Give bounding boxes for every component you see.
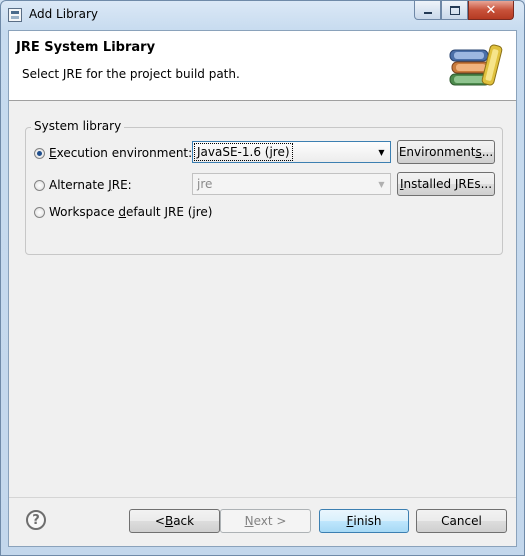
eclipse-dialog-icon (8, 8, 22, 22)
library-books-icon (449, 44, 503, 86)
window-title: Add Library (29, 7, 99, 21)
system-library-legend: System library (31, 119, 125, 133)
alternate-jre-combo[interactable]: jre ▼ (192, 173, 391, 195)
installed-jres-button[interactable]: Installed JREs... (397, 172, 495, 196)
add-library-dialog: Add Library ✕ JRE System Library Select … (0, 0, 525, 556)
dialog-client-area: JRE System Library Select JRE for the pr… (8, 30, 517, 547)
maximize-button[interactable] (441, 1, 468, 20)
workspace-default-jre-label[interactable]: Workspace default JRE (jre) (49, 205, 212, 219)
maximize-icon (449, 5, 460, 15)
execution-environment-value: JavaSE-1.6 (jre) (194, 143, 293, 161)
finish-button[interactable]: Finish (319, 509, 409, 533)
execution-environment-label[interactable]: Execution environment: (49, 146, 192, 160)
alternate-jre-value: jre (197, 177, 213, 191)
chevron-down-icon[interactable]: ▼ (373, 174, 390, 194)
cancel-button[interactable]: Cancel (416, 509, 507, 533)
next-button[interactable]: Next > (220, 509, 311, 533)
minimize-icon (423, 12, 432, 14)
minimize-button[interactable] (414, 1, 441, 20)
title-bar[interactable]: Add Library ✕ (1, 1, 524, 29)
alternate-jre-radio[interactable] (34, 180, 45, 191)
chevron-down-icon[interactable]: ▼ (373, 142, 390, 162)
close-button[interactable]: ✕ (468, 1, 514, 20)
wizard-header: JRE System Library Select JRE for the pr… (9, 31, 516, 101)
footer-separator (9, 497, 516, 498)
alternate-jre-label[interactable]: Alternate JRE: (49, 178, 132, 192)
help-icon[interactable]: ? (26, 510, 46, 530)
execution-environment-combo[interactable]: JavaSE-1.6 (jre) ▼ (192, 141, 391, 163)
close-icon: ✕ (485, 2, 497, 18)
execution-environment-radio[interactable] (34, 148, 45, 159)
page-message: Select JRE for the project build path. (22, 67, 240, 81)
page-title: JRE System Library (16, 40, 156, 55)
environments-button[interactable]: Environment s... (397, 140, 495, 164)
workspace-default-jre-radio[interactable] (34, 207, 45, 218)
back-button[interactable]: < Back (129, 509, 220, 533)
